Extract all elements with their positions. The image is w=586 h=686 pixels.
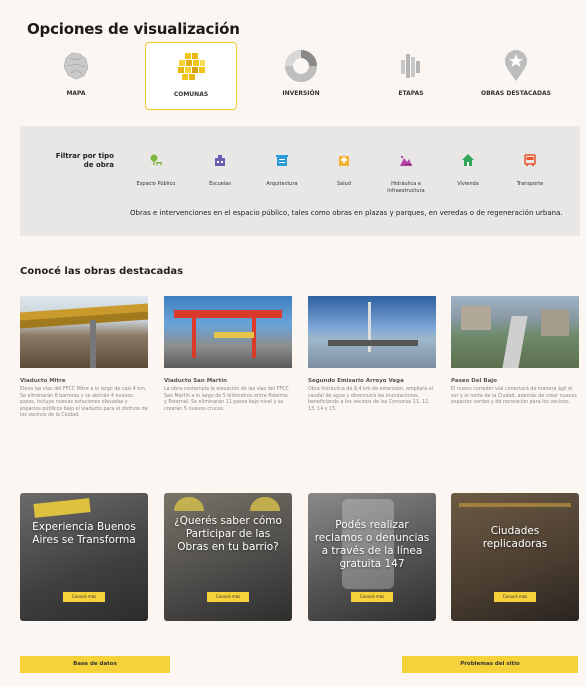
card-photo-viaducto-san-martin <box>164 296 292 368</box>
problemas-del-sitio-button[interactable]: Problemas del sitio <box>402 656 578 673</box>
card-description: Obra hidráulica de 8,4 km de extensión, … <box>308 387 433 412</box>
tab-label: ETAPAS <box>398 90 424 97</box>
map-icon <box>63 52 89 80</box>
promo-reclamos[interactable]: Podés realizar reclamos o denuncias a tr… <box>308 493 436 621</box>
tab-etapas[interactable]: ETAPAS <box>365 42 457 110</box>
tab-comunas[interactable]: COMUNAS <box>145 42 237 110</box>
filter-escuelas[interactable]: Escuelas <box>190 152 250 188</box>
filter-label: Salud <box>337 181 351 187</box>
comunas-grid-icon <box>178 53 205 80</box>
card-description: Eleva las vías del FFCC Mitre a lo largo… <box>20 387 148 419</box>
tree-bench-icon <box>150 154 162 166</box>
school-icon <box>215 155 225 166</box>
filter-panel: Filtrar por tipo de obra Espacio Público… <box>20 126 580 236</box>
donut-chart-icon <box>285 50 317 82</box>
card-photo-viaducto-mitre <box>20 296 148 368</box>
filter-label: Transporte <box>516 181 544 187</box>
card-title: Paseo Del Bajo <box>451 378 497 384</box>
promo-button[interactable]: Conocé más <box>494 592 536 602</box>
filter-salud[interactable]: Salud <box>314 152 374 188</box>
star-pin-icon <box>505 50 527 81</box>
card-title: Segundo Emisario Arroyo Vega <box>308 378 404 384</box>
featured-card[interactable]: Viaducto San Martín La obra contempla la… <box>164 296 292 413</box>
filter-label: Vivienda <box>457 181 479 187</box>
featured-card[interactable]: Paseo Del Bajo El nuevo corredor vial co… <box>451 296 579 407</box>
filter-title: Filtrar por tipo de obra <box>55 152 114 169</box>
bus-icon <box>524 154 536 166</box>
filter-vivienda[interactable]: Vivienda <box>438 152 498 188</box>
card-description: El nuevo corredor vial conectará de mane… <box>451 387 577 406</box>
promo-participar[interactable]: ¿Querés saber cómo Participar de las Obr… <box>164 493 292 621</box>
card-photo-paseo-del-bajo <box>451 296 579 368</box>
promo-ciudades[interactable]: Ciudades replicadoras Conocé más <box>451 493 579 621</box>
promo-text: Podés realizar reclamos o denuncias a tr… <box>314 519 430 570</box>
filter-hidraulica[interactable]: Hidráulica e Infraestructura <box>376 152 436 195</box>
tab-label: MAPA <box>66 90 86 97</box>
tab-mapa[interactable]: MAPA <box>30 42 122 110</box>
promo-button[interactable]: Conocé más <box>351 592 393 602</box>
base-de-datos-button[interactable]: Base de datos <box>20 656 170 673</box>
tab-label: OBRAS DESTACADAS <box>480 90 551 97</box>
promo-text: ¿Querés saber cómo Participar de las Obr… <box>174 515 282 553</box>
visualization-tabs: MAPA COMUNAS INVERSIÓN ETAPAS OBRAS DEST… <box>30 42 560 112</box>
filter-description: Obras e intervenciones en el espacio púb… <box>130 209 563 217</box>
filter-transporte[interactable]: Transporte <box>500 152 560 188</box>
promo-text: Ciudades replicadoras <box>482 525 548 550</box>
hospital-icon <box>339 156 349 166</box>
card-photo-arroyo-vega <box>308 296 436 368</box>
infrastructure-icon <box>400 156 412 166</box>
tab-label: INVERSIÓN <box>282 90 320 97</box>
filter-label: Espacio Público <box>136 181 176 187</box>
building-icon <box>276 155 288 166</box>
tab-label: COMUNAS <box>173 91 209 98</box>
filter-label: Arquitectura <box>266 181 298 187</box>
filter-espacio-publico[interactable]: Espacio Público <box>126 152 186 188</box>
bars-icon <box>401 54 420 78</box>
featured-title: Conocé las obras destacadas <box>20 266 184 277</box>
house-icon <box>462 154 474 166</box>
featured-card[interactable]: Viaducto Mitre Eleva las vías del FFCC M… <box>20 296 148 420</box>
page-title: Opciones de visualización <box>27 20 240 38</box>
tab-obras-destacadas[interactable]: OBRAS DESTACADAS <box>470 42 562 110</box>
filter-label: Escuelas <box>209 181 231 187</box>
card-title: Viaducto Mitre <box>20 378 66 384</box>
promo-button[interactable]: Conocé más <box>207 592 249 602</box>
promo-button[interactable]: Conocé más <box>63 592 105 602</box>
promo-text: Experiencia Buenos Aires se Transforma <box>32 521 136 546</box>
filter-arquitectura[interactable]: Arquitectura <box>252 152 312 188</box>
featured-card[interactable]: Segundo Emisario Arroyo Vega Obra hidráu… <box>308 296 436 413</box>
filter-label: Hidráulica e Infraestructura <box>387 181 425 194</box>
promo-experiencia[interactable]: Experiencia Buenos Aires se Transforma C… <box>20 493 148 621</box>
tab-inversion[interactable]: INVERSIÓN <box>255 42 347 110</box>
card-title: Viaducto San Martín <box>164 378 228 384</box>
card-description: La obra contempla la elevación de las ví… <box>164 387 289 412</box>
